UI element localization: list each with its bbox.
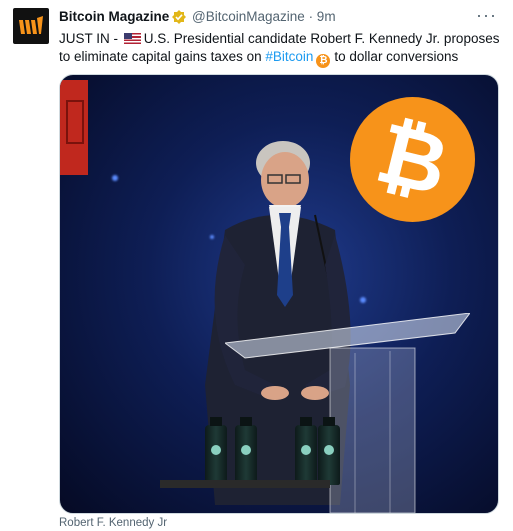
tweet-text: JUST IN - U.S. Presidential candidate Ro… <box>59 30 504 68</box>
author-avatar[interactable] <box>13 8 49 44</box>
stage-light <box>112 175 118 181</box>
water-bottle <box>295 417 317 485</box>
stage-table <box>160 480 330 488</box>
stage-screen <box>60 80 88 175</box>
verified-badge-icon <box>172 10 187 27</box>
hashtag-link[interactable]: #Bitcoin <box>265 49 313 64</box>
water-bottle <box>205 417 227 485</box>
media-caption: Robert F. Kennedy Jr <box>59 517 168 529</box>
more-options-icon[interactable]: ··· <box>476 5 497 26</box>
tweet-prefix: JUST IN - <box>59 31 122 46</box>
tweet-suffix: to dollar conversions <box>334 49 459 64</box>
author-handle[interactable]: @BitcoinMagazine <box>192 9 305 24</box>
bitcoin-emoji-icon: ₿ <box>316 54 331 68</box>
tweet-timestamp[interactable]: · 9m <box>309 9 336 24</box>
author-name[interactable]: Bitcoin Magazine <box>59 9 169 24</box>
tweet-header: Bitcoin Magazine @BitcoinMagazine · 9m <box>59 9 336 27</box>
tweet-media-image[interactable]: ₿ <box>59 74 499 514</box>
bitcoin-magazine-logo-icon <box>19 16 43 34</box>
water-bottle <box>235 417 257 485</box>
water-bottle <box>318 417 340 485</box>
us-flag-icon <box>123 33 141 44</box>
